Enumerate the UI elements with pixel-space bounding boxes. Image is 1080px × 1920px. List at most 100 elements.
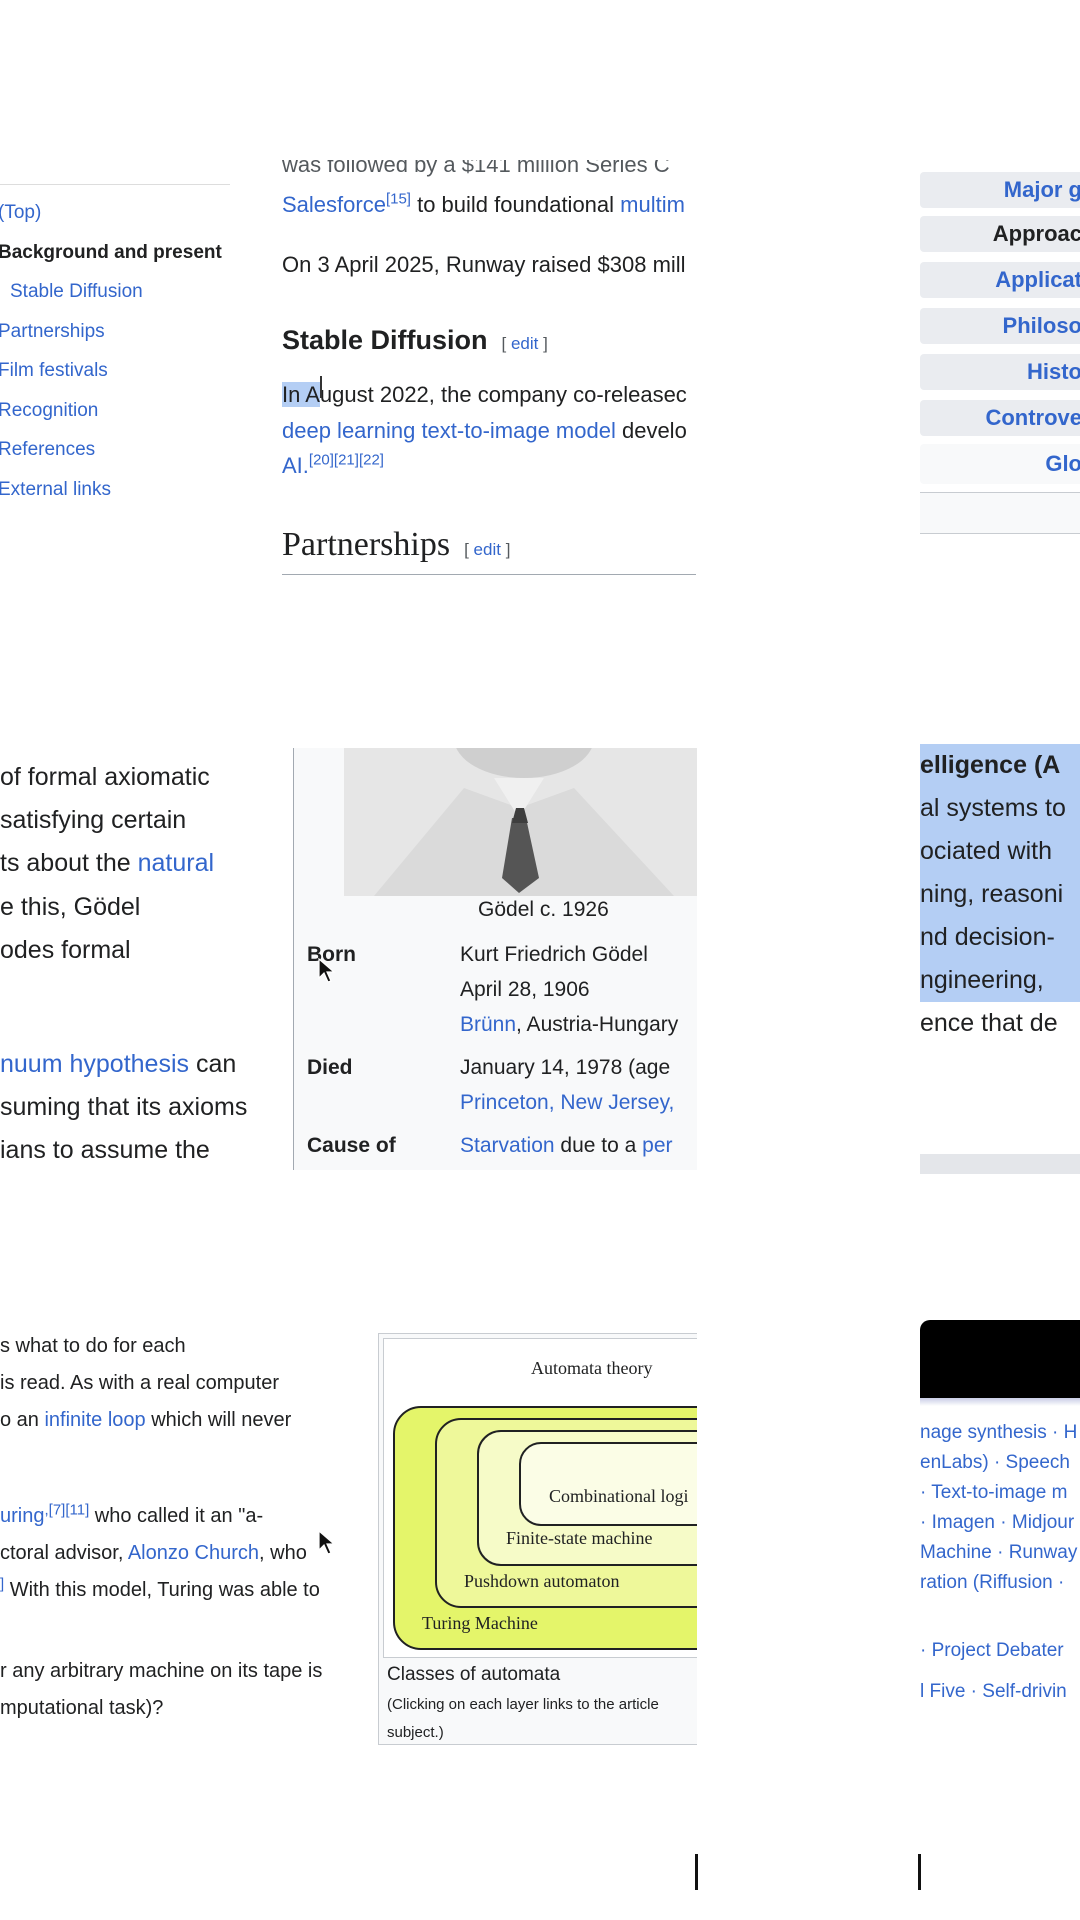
cause-link[interactable]: per [642, 1134, 672, 1157]
navbox-row[interactable]: Major g [920, 172, 1080, 208]
layer-label: Turing Machine [422, 1613, 538, 1633]
edit-link[interactable]: edit [474, 540, 501, 559]
ref-link[interactable]: [20][21][22] [309, 452, 384, 469]
toc-item[interactable]: References [0, 439, 95, 461]
toc-item[interactable]: Background and present [0, 242, 222, 264]
turing-text: s what to do for each is read. As with a… [0, 1330, 372, 1730]
died-date: January 14, 1978 (age [460, 1056, 671, 1079]
born-name: Kurt Friedrich Gödel [460, 943, 648, 966]
ai-snippet: elligence (A al systems to ociated with nin… [920, 744, 1080, 1174]
body-line: satisfying certain [0, 806, 187, 834]
brunn-link[interactable]: Brünn [460, 1013, 516, 1036]
infinite-loop-link[interactable]: infinite loop [44, 1409, 145, 1431]
cut-off-line: was followed by a $141 million Series C [282, 160, 670, 177]
navbox-link-line[interactable]: enLabs) · Speech [920, 1452, 1070, 1474]
cause-value: Starvation due to a per [460, 1134, 673, 1157]
figure-subcaption: subject.) [387, 1724, 444, 1741]
article-line: In August 2022, the company co-releasec [282, 382, 687, 407]
navbox-row[interactable]: Philoso [920, 308, 1080, 344]
infobox-caption: Gödel c. 1926 [478, 898, 609, 921]
navbox-row[interactable]: Histo [920, 354, 1080, 390]
ref-link[interactable]: ,[7][11] [44, 1501, 89, 1518]
layer-label: Pushdown automaton [464, 1571, 620, 1591]
body-line: odes formal [0, 936, 131, 964]
layer-label: Combinational logi [549, 1486, 689, 1506]
highlighted-line: elligence (A [920, 744, 1080, 787]
godel-photo [344, 748, 697, 896]
navbox-link-line[interactable]: · Text-to-image m [920, 1482, 1067, 1504]
highlighted-line: ning, reasoni [920, 873, 1080, 916]
body-line: ts about the natural [0, 849, 215, 877]
navbox-row[interactable]: Controve [920, 400, 1080, 436]
godel-infobox: Gödel c. 1926 Born Kurt Friedrich Gödel … [293, 748, 697, 1170]
layer-label: Finite-state machine [506, 1528, 653, 1548]
highlighted-line: ngineering, [920, 959, 1080, 1002]
princeton-link[interactable]: Princeton, New Jersey, [460, 1091, 674, 1114]
born-date: April 28, 1906 [460, 978, 590, 1001]
section-heading-partnerships: Partnerships[ edit ] [282, 526, 511, 563]
born-place: Brünn, Austria-Hungary [460, 1013, 679, 1036]
article-line: On 3 April 2025, Runway raised $308 mill [282, 252, 686, 277]
toc-item[interactable]: Stable Diffusion [10, 281, 143, 303]
salesforce-link[interactable]: Salesforce [282, 192, 386, 217]
navbox-bottom [920, 492, 1080, 534]
navbox-link-line[interactable]: ration (Riffusion · [920, 1572, 1064, 1594]
video-black-box [920, 1320, 1080, 1398]
navbox-link-line[interactable]: nage synthesis · H [920, 1422, 1077, 1444]
navbox-link-line[interactable]: l Five · Self-drivin [920, 1681, 1067, 1703]
article-line: AI.[20][21][22] [282, 453, 384, 479]
mouse-pointer-icon [318, 1530, 336, 1555]
snippet-fade [920, 1154, 1080, 1174]
multimodal-link[interactable]: multim [620, 192, 685, 217]
ai-navbox: Major g Approac Applicat Philoso Histo Contro… [920, 172, 1080, 537]
runway-article: was followed by a $141 million Series C … [282, 160, 696, 580]
toc-item[interactable]: External links [0, 479, 111, 501]
starvation-link[interactable]: Starvation [460, 1134, 555, 1157]
article-line: Salesforce[15] to build foundational mul… [282, 190, 685, 217]
layer-combinational-logic[interactable] [519, 1442, 697, 1526]
toc-item[interactable]: Recognition [0, 400, 98, 422]
highlighted-line: nd decision- [920, 916, 1080, 959]
alonzo-church-link[interactable]: Alonzo Church [128, 1542, 259, 1564]
ref-link[interactable]: [15] [386, 191, 411, 208]
article-link[interactable]: natural [138, 849, 214, 877]
godel-text: of formal axiomatic satisfying certain ts … [0, 755, 270, 1175]
automata-title: Automata theory [531, 1358, 653, 1378]
video-shadow [920, 1398, 1080, 1406]
navbox-row[interactable]: Glo [920, 444, 1080, 484]
navbox-row[interactable]: Approac [920, 216, 1080, 252]
toc-item[interactable]: Partnerships [0, 321, 105, 343]
highlighted-line: al systems to [920, 787, 1080, 830]
toc-item[interactable]: Film festivals [0, 360, 108, 382]
navbox-link-line[interactable]: Machine · Runway [920, 1542, 1077, 1564]
body-line: ians to assume the [0, 1136, 210, 1164]
figure-caption: Classes of automata [387, 1664, 561, 1685]
edit-link[interactable]: edit [511, 334, 538, 353]
heading-underline [282, 574, 696, 575]
navbox-link-line[interactable]: · Imagen · Midjour [920, 1512, 1074, 1534]
cause-label: Cause of [307, 1134, 396, 1157]
toc-divider [0, 184, 230, 185]
body-line: nuum hypothesis can [0, 1050, 237, 1078]
body-line: of formal axiomatic [0, 763, 210, 791]
figure-subcaption: (Clicking on each layer links to the art… [387, 1696, 659, 1713]
column-separator [918, 1854, 921, 1890]
column-separator [695, 1854, 698, 1890]
ai-link[interactable]: AI. [282, 453, 309, 478]
deep-learning-link[interactable]: deep learning text-to-image model [282, 418, 616, 443]
toc-sidebar: (Top) Background and present Stable Diffus… [0, 180, 230, 510]
navbox-row[interactable]: Applicat [920, 262, 1080, 298]
navbox-link-line[interactable]: · Project Debater [920, 1640, 1064, 1662]
toc-item[interactable]: (Top) [0, 202, 41, 224]
died-place: Princeton, New Jersey, [460, 1091, 674, 1115]
automata-figure: Automata theory Combinational logi Finit… [378, 1333, 697, 1745]
text-cursor-icon [320, 376, 322, 398]
article-link[interactable]: nuum hypothesis [0, 1050, 189, 1078]
ai-footer-navbox: nage synthesis · H enLabs) · Speech · Text… [920, 1320, 1080, 1720]
highlighted-line: ociated with [920, 830, 1080, 873]
turing-link[interactable]: uring [0, 1505, 44, 1527]
body-line: suming that its axioms [0, 1093, 248, 1121]
mouse-pointer-icon [318, 958, 336, 983]
article-line: deep learning text-to-image model develo [282, 418, 687, 443]
section-heading-stable-diffusion: Stable Diffusion[ edit ] [282, 325, 548, 355]
